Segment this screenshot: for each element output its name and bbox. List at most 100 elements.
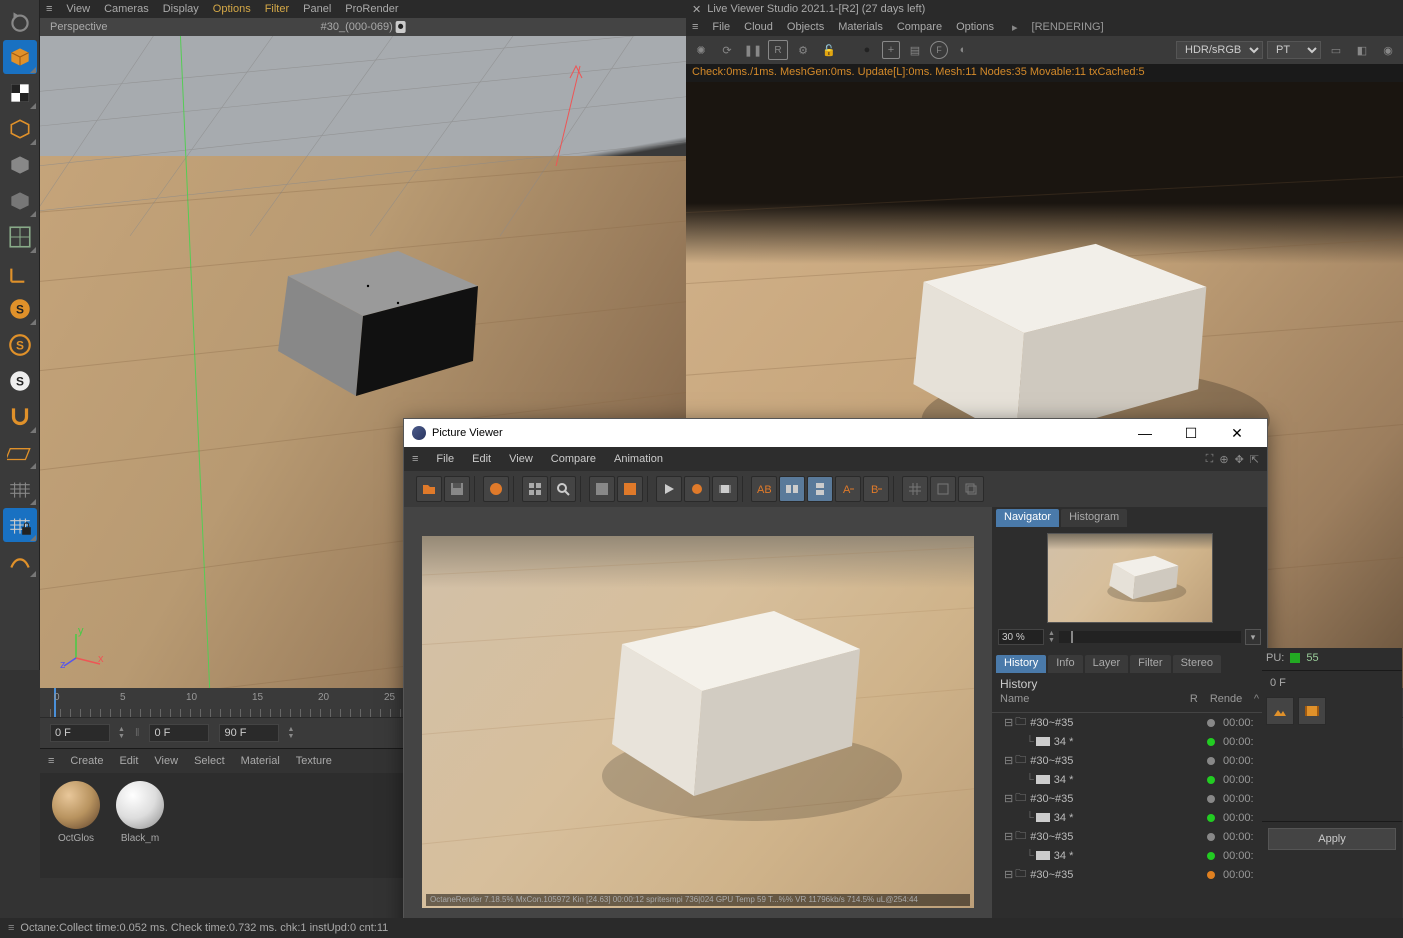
menu-filter[interactable]: Filter — [265, 3, 289, 15]
lock-icon[interactable]: 🔓 — [818, 39, 840, 61]
sphere-icon[interactable]: ● — [856, 39, 878, 61]
picture-viewer-window[interactable]: Picture Viewer — ☐ ✕ ≡ File Edit View Co… — [403, 418, 1268, 938]
mat-menu-edit[interactable]: Edit — [119, 755, 138, 767]
save-icon[interactable]: ▭ — [1325, 39, 1347, 61]
tool-magnet-icon[interactable] — [3, 400, 37, 434]
region-icon[interactable]: R — [768, 40, 788, 60]
pv-menu-compare[interactable]: Compare — [551, 453, 596, 465]
tool-cube-solid-icon[interactable] — [3, 148, 37, 182]
tree-toggle-icon[interactable]: ⊟ — [1004, 830, 1013, 843]
tab-filter[interactable]: Filter — [1130, 655, 1170, 673]
tool-cube-wire-icon[interactable] — [3, 112, 37, 146]
layers-icon[interactable] — [958, 476, 984, 502]
tool-deform-icon[interactable] — [3, 544, 37, 578]
play-icon[interactable]: ▸ — [1012, 21, 1018, 34]
fullscreen-icon[interactable]: ⛶ — [1206, 453, 1214, 466]
camera-icon[interactable]: ⏺ — [396, 21, 406, 33]
clip-icon[interactable]: ◧ — [1351, 39, 1373, 61]
mat-menu-create[interactable]: Create — [70, 755, 103, 767]
history-row[interactable]: ⊟🗀#30~#3500:00: — [992, 751, 1267, 770]
picture-viewer-titlebar[interactable]: Picture Viewer — ☐ ✕ — [404, 419, 1267, 447]
mat-menu-view[interactable]: View — [154, 755, 178, 767]
menu-prorender[interactable]: ProRender — [345, 3, 398, 15]
lv-menu-cloud[interactable]: Cloud — [744, 21, 773, 33]
tool-white-s-icon[interactable]: S — [3, 364, 37, 398]
menu-icon[interactable]: ≡ — [46, 3, 52, 15]
tab-history[interactable]: History — [996, 655, 1046, 673]
save-icon[interactable] — [444, 476, 470, 502]
col-r[interactable]: R — [1190, 693, 1210, 712]
tab-layer[interactable]: Layer — [1085, 655, 1129, 673]
tree-toggle-icon[interactable]: ⊟ — [1004, 754, 1013, 767]
tool-cube-icon[interactable] — [3, 40, 37, 74]
menu-icon[interactable]: ≡ — [48, 755, 54, 767]
lv-menu-compare[interactable]: Compare — [897, 21, 942, 33]
tab-histogram[interactable]: Histogram — [1061, 509, 1127, 527]
aperture-icon[interactable]: ✺ — [690, 39, 712, 61]
close-button[interactable]: ✕ — [1215, 420, 1259, 446]
cam-icon[interactable]: ◉ — [1377, 39, 1399, 61]
mat-menu-texture[interactable]: Texture — [296, 755, 332, 767]
channel-icon[interactable] — [930, 476, 956, 502]
menu-display[interactable]: Display — [163, 3, 199, 15]
colorspace-select[interactable]: HDR/sRGB — [1176, 41, 1263, 59]
zoom-slider[interactable] — [1059, 631, 1241, 643]
menu-cameras[interactable]: Cameras — [104, 3, 149, 15]
history-row[interactable]: ⊟🗀#30~#3500:00: — [992, 713, 1267, 732]
layers-icon[interactable]: ▤ — [904, 39, 926, 61]
lv-menu-objects[interactable]: Objects — [787, 21, 824, 33]
tool-grid-lock-icon[interactable] — [3, 508, 37, 542]
menu-icon[interactable]: ≡ — [692, 21, 698, 33]
picture-viewer-image[interactable]: OctaneRender 7.18.5% MxCon.105972 Kin [2… — [404, 507, 992, 937]
tool-axis-icon[interactable] — [3, 256, 37, 290]
navigator-thumbnail[interactable] — [1047, 533, 1213, 623]
tool-cube-solid2-icon[interactable] — [3, 184, 37, 218]
menu-options[interactable]: Options — [213, 3, 251, 15]
grid-icon[interactable] — [902, 476, 928, 502]
ring-icon[interactable] — [483, 476, 509, 502]
swap-b-icon[interactable]: B — [863, 476, 889, 502]
menu-icon[interactable]: ≡ — [8, 922, 14, 934]
swap-a-icon[interactable]: A — [835, 476, 861, 502]
pv-menu-view[interactable]: View — [509, 453, 533, 465]
mat-menu-material[interactable]: Material — [241, 755, 280, 767]
zoom-input[interactable] — [998, 629, 1044, 645]
film-icon[interactable] — [712, 476, 738, 502]
tree-toggle-icon[interactable]: ⊟ — [1004, 792, 1013, 805]
scene-icon[interactable] — [1266, 697, 1294, 725]
lv-menu-file[interactable]: File — [712, 21, 730, 33]
tree-toggle-icon[interactable]: ⊟ — [1004, 868, 1013, 881]
film-icon[interactable] — [1298, 697, 1326, 725]
zoom-expand-icon[interactable]: ▾ — [1245, 629, 1261, 645]
pv-menu-file[interactable]: File — [436, 453, 454, 465]
compare-v-icon[interactable] — [807, 476, 833, 502]
ab-icon[interactable]: AB — [751, 476, 777, 502]
tool-grid-icon[interactable] — [3, 472, 37, 506]
compare-h-icon[interactable] — [779, 476, 805, 502]
zoom-icon[interactable] — [550, 476, 576, 502]
minimize-button[interactable]: — — [1123, 420, 1167, 446]
move-icon[interactable]: ✥ — [1235, 453, 1244, 466]
play-icon[interactable] — [656, 476, 682, 502]
undock-icon[interactable]: ⇱ — [1250, 453, 1259, 466]
history-row[interactable]: ⊟🗀#30~#3500:00: — [992, 865, 1267, 884]
pv-menu-animation[interactable]: Animation — [614, 453, 663, 465]
tool-checker-icon[interactable] — [3, 76, 37, 110]
history-list[interactable]: ⊟🗀#30~#3500:00:└34 *00:00:⊟🗀#30~#3500:00… — [992, 713, 1267, 937]
gear-icon[interactable]: ⚙ — [792, 39, 814, 61]
material-black[interactable]: Black_m — [112, 781, 168, 844]
tool-circle-s-icon[interactable]: S — [3, 328, 37, 362]
history-row[interactable]: └34 *00:00: — [992, 770, 1267, 789]
open-icon[interactable] — [416, 476, 442, 502]
apply-button[interactable]: Apply — [1268, 828, 1396, 850]
current-frame-input[interactable] — [50, 724, 110, 742]
tab-info[interactable]: Info — [1048, 655, 1082, 673]
chevron-up-icon[interactable]: ^ — [1254, 693, 1259, 712]
history-row[interactable]: ⊟🗀#30~#3500:00: — [992, 827, 1267, 846]
alpha-icon[interactable] — [589, 476, 615, 502]
tool-workplane-icon[interactable] — [3, 436, 37, 470]
add-panel-icon[interactable]: ⊕ — [1219, 453, 1228, 466]
focus-icon[interactable]: F — [930, 41, 948, 59]
close-icon[interactable]: ✕ — [692, 3, 701, 16]
material-octglos[interactable]: OctGlos — [48, 781, 104, 844]
